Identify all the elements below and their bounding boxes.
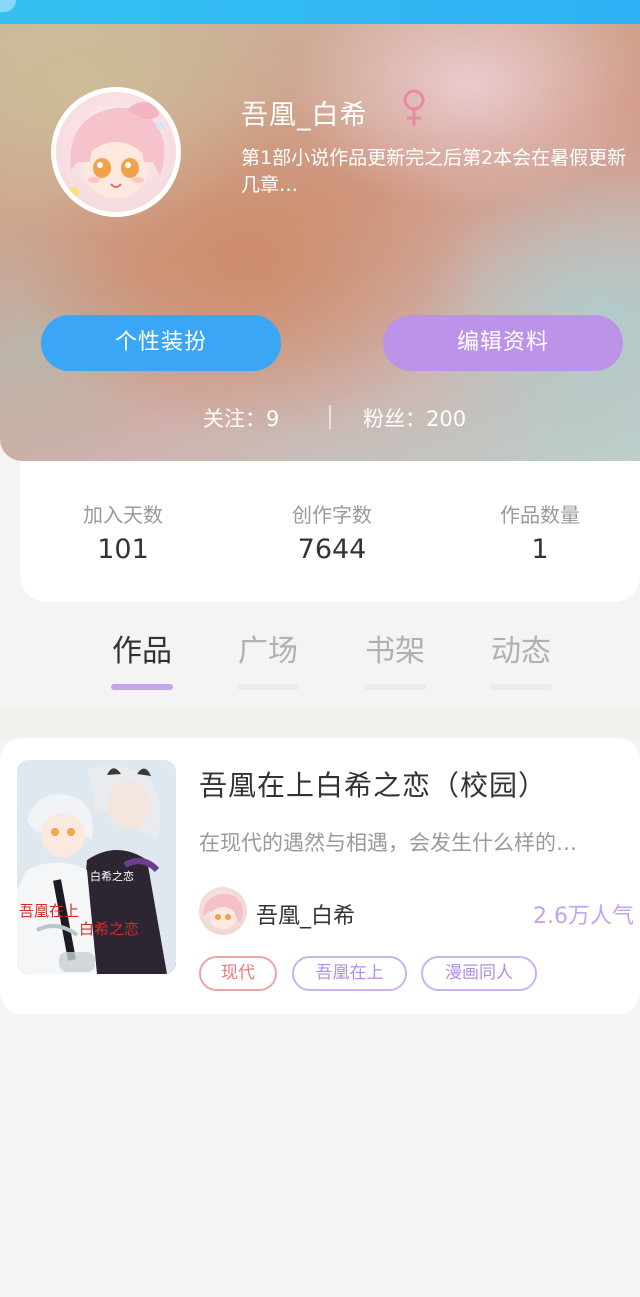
- author-avatar[interactable]: [199, 887, 247, 935]
- stat-join-days: 加入天数 101: [43, 499, 203, 565]
- stats-card: 加入天数 101 创作字数 7644 作品数量 1: [20, 461, 640, 602]
- tab-label: 作品: [112, 634, 172, 669]
- tab-works[interactable]: 作品: [102, 626, 182, 690]
- work-card[interactable]: 白希之恋 吾凰在上 白希之恋 吾凰在上白希之恋（校园） 在现代的遇然与相遇，会发…: [0, 738, 640, 1014]
- user-bio: 第1部小说作品更新完之后第2本会在暑假更新几章…: [241, 147, 627, 196]
- tab-label: 动态: [491, 634, 551, 669]
- stat-value: 7644: [297, 534, 367, 565]
- username: 吾凰_白希: [241, 100, 368, 131]
- profile-header: 吾凰_白希 第1部小说作品更新完之后第2本会在暑假更新几章… 个性装扮 编辑资料…: [0, 24, 640, 461]
- tab-square[interactable]: 广场: [228, 626, 308, 690]
- edit-profile-button[interactable]: 编辑资料: [383, 315, 623, 371]
- tab-bookshelf[interactable]: 书架: [355, 626, 435, 690]
- anime-girl-avatar-art: [69, 101, 165, 198]
- tab-indicator: [111, 684, 173, 690]
- tab-label: 书架: [365, 634, 425, 669]
- tag-wuhuang[interactable]: 吾凰在上: [292, 956, 407, 991]
- avatar-image: [56, 92, 176, 212]
- tab-activity[interactable]: 动态: [481, 626, 561, 690]
- following-count[interactable]: 关注：9: [203, 403, 279, 433]
- tag-comic-fanfic[interactable]: 漫画同人: [421, 956, 537, 991]
- stat-works-count: 作品数量 1: [460, 499, 620, 565]
- dress-up-button[interactable]: 个性装扮: [41, 315, 281, 371]
- follow-divider: [329, 405, 331, 429]
- section-divider: [0, 708, 640, 740]
- tab-indicator: [364, 684, 426, 690]
- book-cover[interactable]: 白希之恋 吾凰在上 白希之恋: [17, 760, 176, 974]
- status-bar-corner: [0, 0, 16, 12]
- stat-label: 加入天数: [83, 503, 163, 527]
- work-title[interactable]: 吾凰在上白希之恋（校园）: [199, 764, 547, 804]
- book-cover-art: [17, 760, 176, 974]
- tag-modern[interactable]: 现代: [199, 956, 277, 991]
- cover-title-small: 白希之恋: [90, 870, 134, 883]
- stat-word-count: 创作字数 7644: [252, 499, 412, 565]
- female-icon: [403, 89, 425, 126]
- cover-title-red-1: 吾凰在上: [19, 902, 80, 920]
- author-name[interactable]: 吾凰_白希: [256, 898, 355, 930]
- author-avatar-art: [203, 893, 243, 929]
- tab-label: 广场: [238, 634, 298, 669]
- stat-value: 101: [97, 534, 149, 565]
- fans-count[interactable]: 粉丝：200: [363, 403, 466, 433]
- avatar[interactable]: [51, 87, 181, 217]
- work-description: 在现代的遇然与相遇，会发生什么样的…: [199, 831, 577, 855]
- stat-label: 创作字数: [292, 503, 372, 527]
- tab-indicator: [490, 684, 552, 690]
- stat-value: 1: [531, 534, 549, 565]
- status-bar: [0, 0, 640, 24]
- popularity-count: 2.6万人气: [533, 904, 634, 929]
- profile-tabs: 作品 广场 书架 动态: [0, 620, 640, 690]
- tab-indicator: [237, 684, 299, 690]
- cover-title-red-2: 白希之恋: [79, 920, 140, 938]
- stat-label: 作品数量: [500, 503, 580, 527]
